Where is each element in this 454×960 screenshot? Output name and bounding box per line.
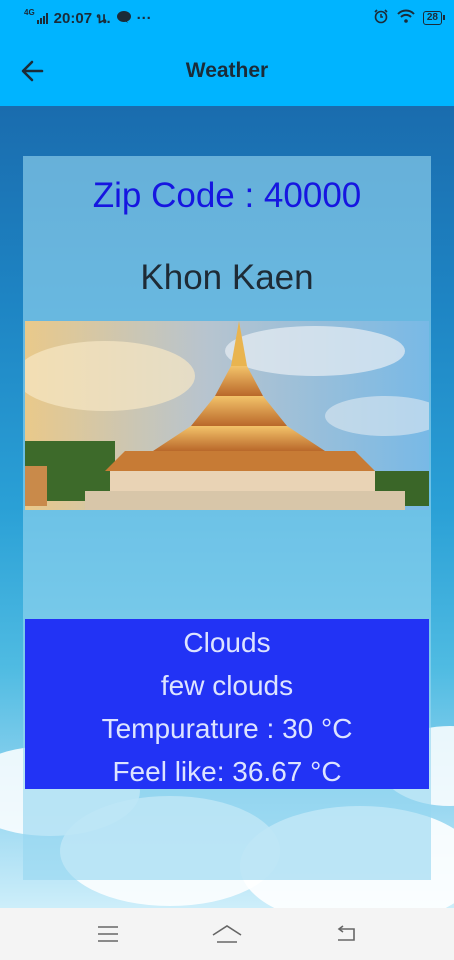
weather-description: few clouds xyxy=(160,670,294,701)
signal-icon xyxy=(36,12,48,24)
network-type: 4G xyxy=(24,8,35,17)
status-left: 4G 20:07 น. ··· xyxy=(24,6,152,30)
app-bar: Weather xyxy=(0,36,454,106)
line-app-icon xyxy=(116,10,131,27)
battery-icon: 28 xyxy=(422,11,446,25)
feels-like-label: Feel like: 36.67 °C xyxy=(112,756,342,787)
menu-icon xyxy=(97,926,118,942)
city-name: Khon Kaen xyxy=(140,258,314,297)
status-time: 20:07 น. xyxy=(53,10,111,27)
status-bar: 4G 20:07 น. ··· 28 xyxy=(0,0,454,36)
back-nav-button[interactable] xyxy=(326,919,366,949)
navigation-bar xyxy=(0,908,454,960)
zip-code-label: Zip Code : 40000 xyxy=(92,176,362,215)
home-button[interactable] xyxy=(207,919,247,949)
weather-card: Zip Code : 40000 Khon Kaen Clouds few cl… xyxy=(23,156,431,880)
alarm-icon xyxy=(373,8,389,28)
home-icon xyxy=(212,925,242,943)
temperature-label: Tempurature : 30 °C xyxy=(101,713,353,744)
menu-button[interactable] xyxy=(88,919,128,949)
more-notifications-icon: ··· xyxy=(136,9,152,27)
page-title: Weather xyxy=(185,59,269,82)
return-icon xyxy=(337,925,356,941)
city-photo xyxy=(25,321,429,510)
status-right: 28 xyxy=(373,8,446,28)
wifi-icon xyxy=(397,9,415,27)
weather-info-box: Clouds few clouds Tempurature : 30 °C Fe… xyxy=(25,619,429,789)
weather-main: Clouds xyxy=(183,627,271,658)
